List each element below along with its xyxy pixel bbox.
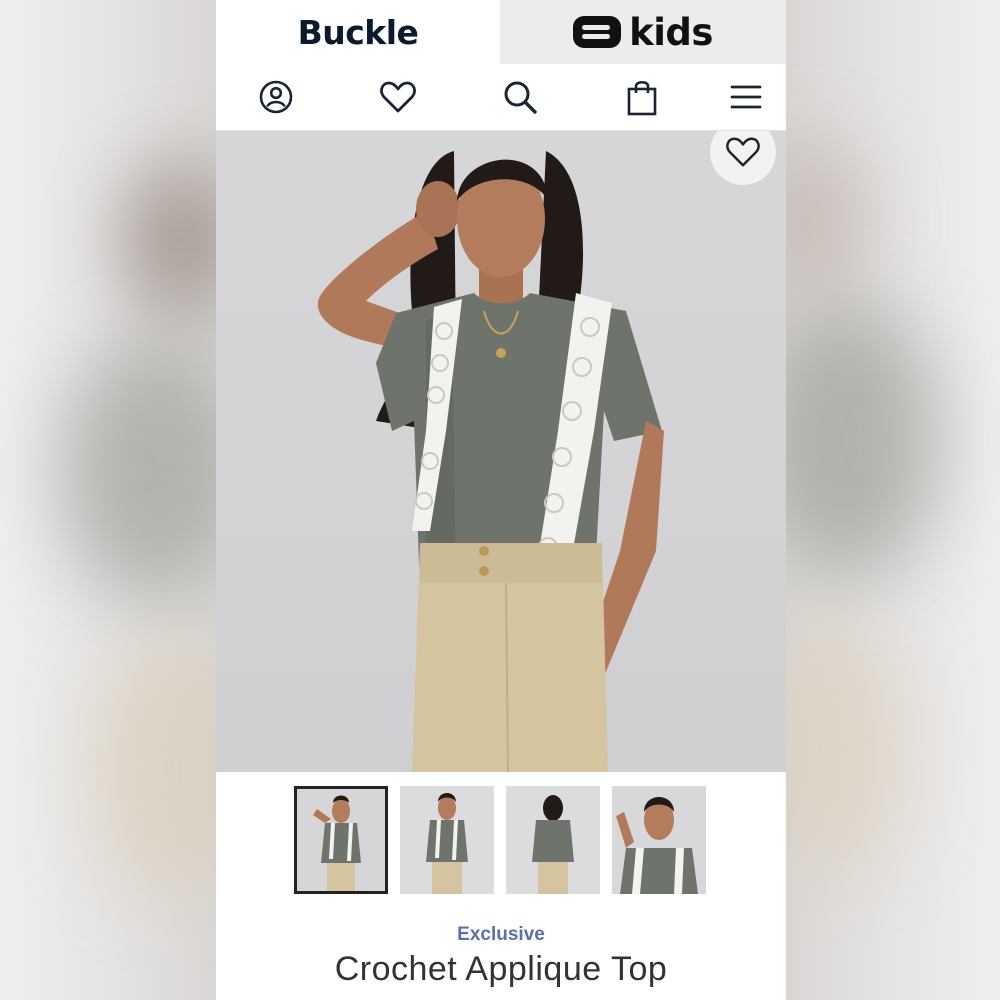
buckle-logo: Buckle <box>297 12 419 52</box>
wishlist-button[interactable] <box>378 77 418 117</box>
product-main-image[interactable] <box>216 131 786 772</box>
account-icon <box>259 80 293 114</box>
tab-buckle[interactable]: Buckle <box>216 0 500 64</box>
shopping-bag-icon <box>627 80 657 116</box>
thumbnail-3[interactable] <box>506 786 600 894</box>
tab-buckle-kids[interactable]: kids <box>500 0 786 64</box>
thumbnail-image <box>612 786 706 894</box>
header-icon-bar <box>216 64 786 131</box>
blurred-backdrop-right <box>784 0 1000 1000</box>
blurred-backdrop-left <box>0 0 216 1000</box>
exclusive-badge: Exclusive <box>457 924 545 945</box>
product-title: Crochet Applique Top <box>334 950 668 988</box>
thumbnail-image <box>297 789 385 891</box>
thumbnail-image <box>506 786 600 894</box>
account-button[interactable] <box>256 77 296 117</box>
brand-switcher: Buckle kids <box>216 0 786 64</box>
heart-outline-icon <box>726 137 760 167</box>
menu-icon <box>730 85 762 109</box>
thumbnail-strip <box>294 786 714 896</box>
search-button[interactable] <box>500 77 540 117</box>
thumbnail-4[interactable] <box>612 786 706 894</box>
thumbnail-1[interactable] <box>294 786 388 894</box>
menu-button[interactable] <box>726 77 766 117</box>
mobile-page: Buckle kids Exclusive Crochet Applique T… <box>216 0 786 1000</box>
search-icon <box>504 81 537 114</box>
cart-button[interactable] <box>622 77 662 117</box>
thumbnail-2[interactable] <box>400 786 494 894</box>
heart-icon <box>380 81 416 113</box>
kids-logo-text: kids <box>629 10 713 54</box>
thumbnail-image <box>400 786 494 894</box>
model-photo <box>317 151 664 772</box>
buckle-b-logo-icon <box>573 16 622 48</box>
